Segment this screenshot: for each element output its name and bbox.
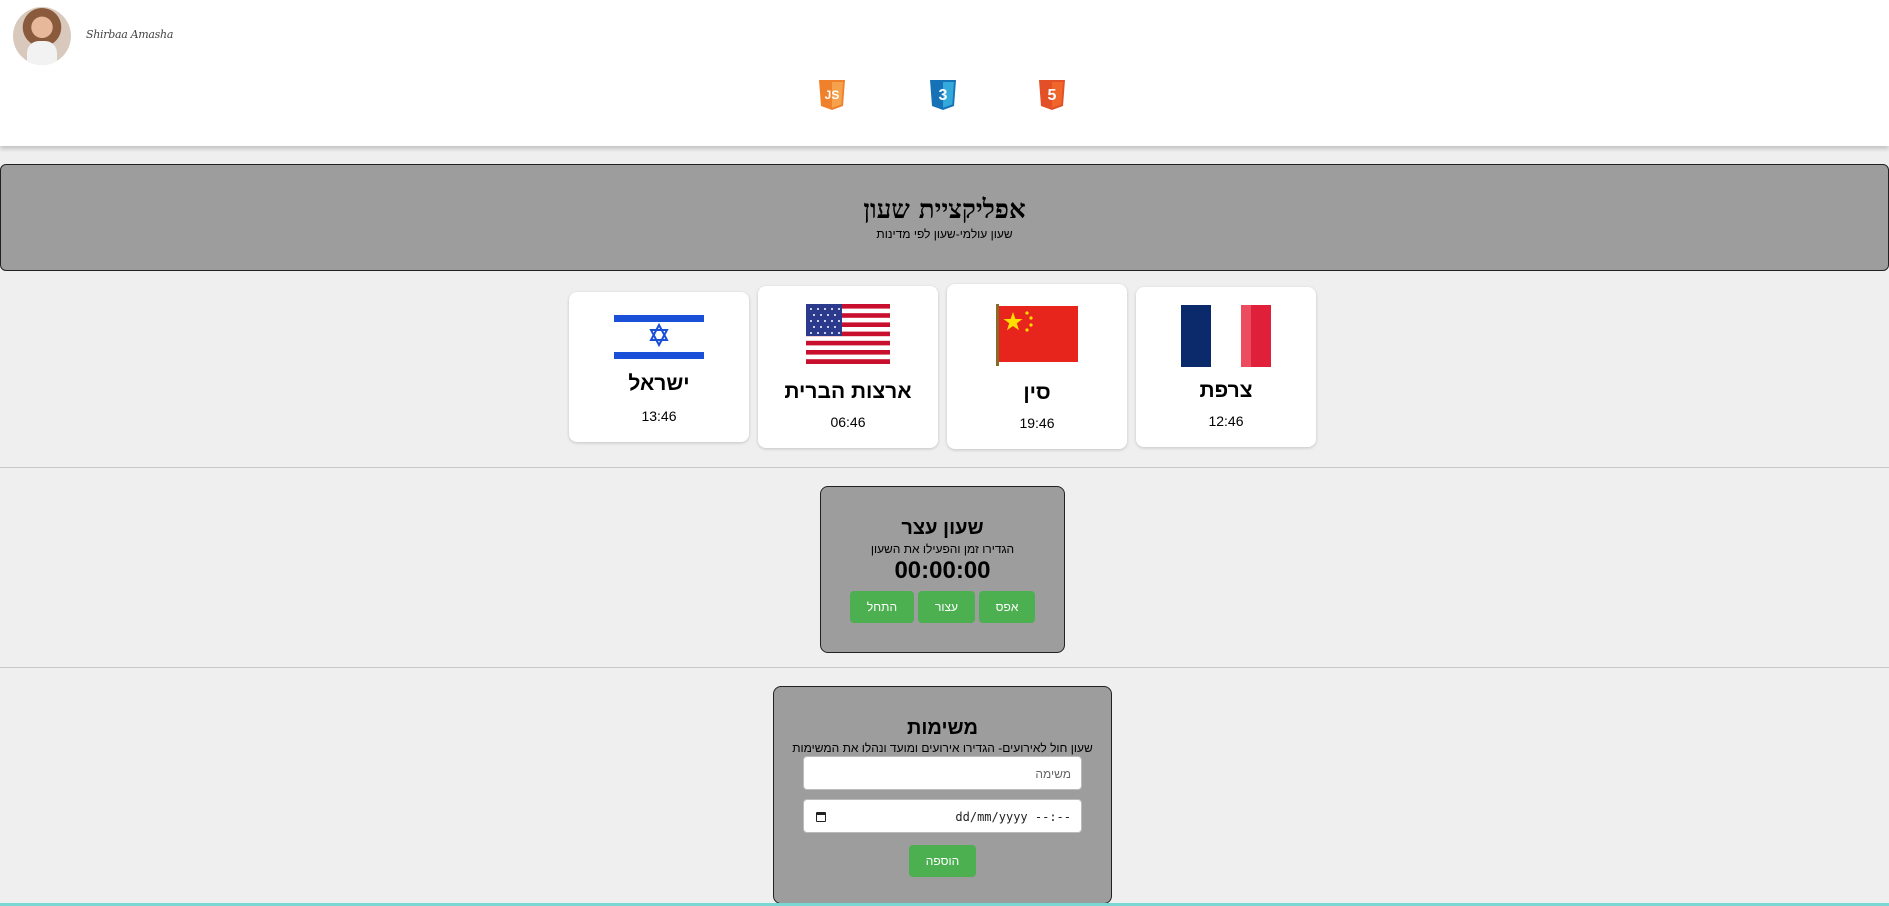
app-title: אפליקציית שעון <box>863 195 1026 225</box>
country-name: צרפת <box>1199 379 1253 402</box>
svg-text:JS: JS <box>825 88 840 102</box>
country-card-china: סין 19:46 <box>947 284 1127 449</box>
javascript-icon: JS <box>819 80 845 110</box>
stopwatch-subtitle: הגדירו זמן והפעילו את השעון <box>870 542 1015 556</box>
country-card-usa: ארצות הברית 06:46 <box>758 286 938 448</box>
add-task-button[interactable]: הוספה <box>909 845 976 877</box>
task-input[interactable]: משימה <box>803 756 1082 790</box>
tech-stack-band: JS 3 5 <box>0 72 1889 146</box>
app-subtitle: שעון עולמי-שעון לפי מדינות <box>876 227 1013 241</box>
tasks-subtitle: שעון חול לאירועים- הגדירו אירועים ומועד … <box>792 741 1093 755</box>
country-time: 12:46 <box>1208 413 1244 429</box>
stopwatch-title: שעון עצר <box>901 517 984 539</box>
css3-icon: 3 <box>930 80 956 110</box>
stop-button[interactable]: עצור <box>918 591 975 623</box>
country-time: 19:46 <box>1019 415 1055 431</box>
france-flag-icon <box>1181 305 1271 367</box>
top-header: Shirbaa Amasha <box>0 0 1889 72</box>
divider <box>0 467 1889 468</box>
stopwatch-display: 00:00:00 <box>894 557 991 584</box>
country-time: 06:46 <box>830 414 866 430</box>
start-button[interactable]: התחל <box>850 591 914 623</box>
divider <box>0 667 1889 668</box>
calendar-icon[interactable] <box>816 812 826 822</box>
israel-flag-icon <box>614 310 704 364</box>
author-name: Shirbaa Amasha <box>86 28 174 41</box>
tasks-title: משימות <box>907 717 978 739</box>
datetime-placeholder: dd/mm/yyyy --:-- <box>955 810 1071 824</box>
country-name: סין <box>1023 381 1051 404</box>
svg-text:5: 5 <box>1048 87 1057 104</box>
html5-icon: 5 <box>1039 80 1065 110</box>
country-card-france: צרפת 12:46 <box>1136 287 1316 447</box>
country-name: ישראל <box>628 372 690 395</box>
country-card-israel: ישראל 13:46 <box>569 292 749 442</box>
datetime-input[interactable]: dd/mm/yyyy --:-- <box>803 799 1082 833</box>
usa-flag-icon <box>806 304 890 364</box>
country-name: ארצות הברית <box>784 380 912 403</box>
reset-button[interactable]: אפס <box>979 591 1035 623</box>
stopwatch-panel: שעון עצר הגדירו זמן והפעילו את השעון 00:… <box>820 486 1065 653</box>
svg-text:3: 3 <box>939 87 948 104</box>
tasks-panel: משימות שעון חול לאירועים- הגדירו אירועים… <box>773 686 1112 904</box>
country-time: 13:46 <box>641 408 677 424</box>
china-flag-icon <box>996 304 1078 366</box>
avatar[interactable] <box>13 7 71 65</box>
app-title-banner: אפליקציית שעון שעון עולמי-שעון לפי מדינו… <box>0 164 1889 271</box>
task-input-placeholder: משימה <box>1035 767 1071 781</box>
